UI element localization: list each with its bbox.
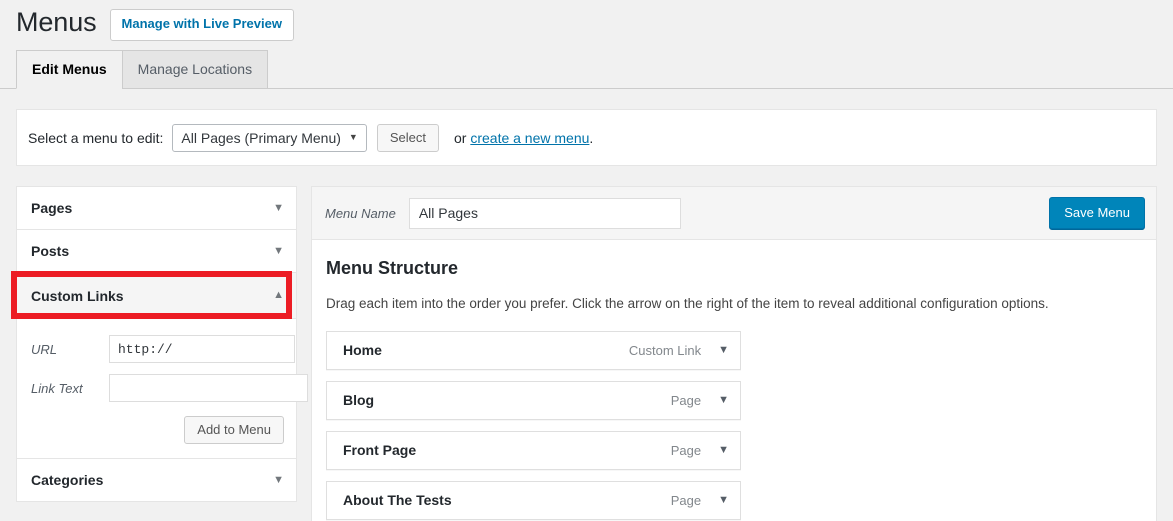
- accordion-title-custom-links: Custom Links: [31, 287, 124, 304]
- menu-item-row[interactable]: Blog Page ▼: [326, 380, 741, 420]
- tab-manage-locations[interactable]: Manage Locations: [121, 50, 269, 89]
- menu-item-title: About The Tests: [343, 492, 452, 509]
- accordion-title-categories: Categories: [31, 472, 104, 488]
- period-text: .: [589, 129, 594, 146]
- create-new-menu-link[interactable]: create a new menu: [470, 130, 589, 146]
- url-label: URL: [31, 341, 58, 357]
- menu-item-row[interactable]: About The Tests Page ▼: [326, 480, 741, 520]
- url-input[interactable]: [109, 335, 295, 363]
- menu-structure-body: Menu Structure Drag each item into the o…: [312, 240, 1156, 520]
- menu-item-title: Front Page: [343, 442, 417, 459]
- menu-select-value: All Pages (Primary Menu): [181, 129, 341, 146]
- or-label: or: [453, 129, 467, 146]
- accordion-header-custom-links[interactable]: Custom Links ▲: [17, 273, 296, 319]
- chevron-up-icon[interactable]: ▲: [273, 290, 284, 301]
- link-text-field-row: Link Text: [31, 374, 308, 402]
- chevron-down-icon[interactable]: ▼: [718, 494, 729, 506]
- chevron-down-icon[interactable]: ▼: [273, 202, 284, 214]
- chevron-down-icon[interactable]: ▼: [273, 245, 284, 257]
- page-header: Menus Manage with Live Preview: [0, 0, 1173, 48]
- chevron-down-icon: ▼: [348, 132, 358, 142]
- menu-select-dropdown[interactable]: All Pages (Primary Menu) ▼: [172, 123, 367, 152]
- menu-item-title: Home: [343, 342, 382, 359]
- wp-menus-screen: Menus Manage with Live Preview Edit Menu…: [0, 0, 1173, 521]
- menu-editor-panel: Menu Name Save Menu Menu Structure Drag …: [311, 186, 1157, 521]
- menu-item-type: Page: [670, 492, 702, 508]
- menu-item-row[interactable]: Front Page Page ▼: [326, 430, 741, 470]
- chevron-down-icon[interactable]: ▼: [273, 474, 284, 486]
- select-menu-label: Select a menu to edit:: [28, 129, 164, 146]
- menu-item-type: Page: [670, 442, 702, 458]
- or-create-text: or create a new menu.: [454, 130, 593, 146]
- menu-name-input[interactable]: [408, 197, 681, 229]
- accordion-header-posts[interactable]: Posts ▼: [17, 230, 296, 273]
- accordion-title-posts: Posts: [31, 243, 70, 259]
- manage-with-live-preview-button[interactable]: Manage with Live Preview: [109, 9, 294, 41]
- menu-structure-heading: Menu Structure: [326, 258, 459, 278]
- menu-item-row[interactable]: Home Custom Link ▼: [326, 330, 741, 370]
- chevron-down-icon[interactable]: ▼: [718, 344, 729, 356]
- select-button[interactable]: Select: [376, 123, 439, 152]
- custom-links-panel-body: URL Link Text Add to Menu: [17, 319, 308, 459]
- menu-name-bar: Menu Name Save Menu: [312, 187, 1156, 240]
- page-title: Menus: [16, 6, 97, 37]
- accordion-header-categories[interactable]: Categories ▼: [17, 459, 296, 502]
- chevron-down-icon[interactable]: ▼: [718, 394, 729, 406]
- add-menu-items-sidebar: Pages ▼ Posts ▼ Custom Links ▲ URL Link …: [16, 186, 308, 502]
- menu-select-bar: Select a menu to edit: All Pages (Primar…: [16, 109, 1157, 166]
- accordion-title-pages: Pages: [31, 200, 73, 216]
- menu-item-type: Page: [670, 392, 702, 408]
- chevron-down-icon[interactable]: ▼: [718, 444, 729, 456]
- save-menu-button[interactable]: Save Menu: [1049, 197, 1145, 229]
- tab-bar: Edit Menus Manage Locations: [0, 50, 1173, 89]
- menu-item-type: Custom Link: [628, 342, 702, 358]
- menu-name-label: Menu Name: [325, 205, 396, 221]
- link-text-label: Link Text: [31, 380, 83, 396]
- menu-item-title: Blog: [343, 392, 375, 409]
- link-text-input[interactable]: [109, 374, 308, 402]
- menu-structure-description: Drag each item into the order you prefer…: [326, 296, 1049, 312]
- accordion-header-pages[interactable]: Pages ▼: [17, 187, 296, 230]
- custom-links-actions: Add to Menu: [31, 416, 284, 444]
- tab-edit-menus[interactable]: Edit Menus: [16, 50, 123, 89]
- url-field-row: URL: [31, 335, 295, 363]
- add-to-menu-button[interactable]: Add to Menu: [184, 416, 284, 444]
- menu-items-list: Home Custom Link ▼ Blog Page ▼ Front Pag…: [326, 330, 741, 520]
